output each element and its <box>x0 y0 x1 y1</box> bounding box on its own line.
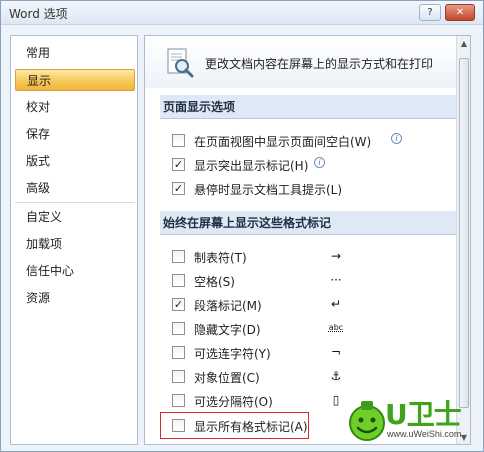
checkbox-hidden-text[interactable] <box>172 322 185 335</box>
sidebar-item-addins[interactable]: 加载项 <box>15 233 135 255</box>
close-button[interactable]: ✕ <box>445 4 475 21</box>
option-label: 对象位置(C) <box>194 371 260 385</box>
option-label: 段落标记(M) <box>194 299 262 313</box>
watermark-text: U卫士 <box>385 398 462 431</box>
option-label: 隐藏文字(D) <box>194 323 261 337</box>
sidebar-item-display[interactable]: 显示 <box>15 69 135 91</box>
vertical-scrollbar[interactable]: ▲ ▼ <box>456 36 470 444</box>
title-bar: Word 选项 ? ✕ <box>1 1 483 25</box>
scrollbar-thumb[interactable] <box>459 58 469 408</box>
sidebar-item-resources[interactable]: 资源 <box>15 287 135 309</box>
smiley-logo-icon <box>349 401 385 441</box>
option-label: 可选分隔符(O) <box>194 395 273 409</box>
space-mark-icon: ··· <box>330 273 342 287</box>
anchor-icon: ⚓ <box>330 369 342 383</box>
format-marks-section-title: 始终在屏幕上显示这些格式标记 <box>160 211 456 235</box>
option-label: 显示突出显示标记(H) <box>194 159 309 173</box>
tab-mark-icon: → <box>330 249 342 263</box>
sidebar-item-advanced[interactable]: 高级 <box>15 177 135 199</box>
watermark-logo: U卫士 www.uWeiShi.com <box>347 389 481 451</box>
display-options-panel: 更改文档内容在屏幕上的显示方式和在打印 页面显示选项 在页面视图中显示页面间空白… <box>144 35 471 445</box>
option-label: 空格(S) <box>194 275 235 289</box>
checkbox-spaces[interactable] <box>172 274 185 287</box>
window-title: Word 选项 <box>9 7 68 21</box>
sidebar-item-common[interactable]: 常用 <box>15 42 135 64</box>
checkbox-optional-hyphens[interactable] <box>172 346 185 359</box>
sidebar-item-trust-center[interactable]: 信任中心 <box>15 260 135 282</box>
sidebar-item-customize[interactable]: 自定义 <box>15 206 135 228</box>
magnifier-document-icon <box>167 48 194 78</box>
panel-description: 更改文档内容在屏幕上的显示方式和在打印 <box>205 57 434 71</box>
help-button[interactable]: ? <box>419 4 441 21</box>
info-icon: i <box>391 133 402 144</box>
panel-header: 更改文档内容在屏幕上的显示方式和在打印 <box>145 36 456 88</box>
sidebar-item-proofing[interactable]: 校对 <box>15 96 135 118</box>
option-label: 悬停时显示文档工具提示(L) <box>194 183 343 197</box>
sidebar: 常用 显示 校对 保存 版式 高级 自定义 加载项 信任中心 资源 <box>10 35 138 445</box>
sidebar-item-layout[interactable]: 版式 <box>15 150 135 172</box>
watermark-url: www.uWeiShi.com <box>387 429 462 439</box>
checkbox-show-highlighter[interactable]: ✓ <box>172 158 185 171</box>
checkbox-show-tooltips[interactable]: ✓ <box>172 182 185 195</box>
checkbox-show-whitespace[interactable] <box>172 134 185 147</box>
highlight-box <box>160 412 309 439</box>
checkbox-object-anchors[interactable] <box>172 370 185 383</box>
optional-hyphen-icon: ¬ <box>330 345 342 359</box>
option-label: 在页面视图中显示页面间空白(W) <box>194 135 372 149</box>
checkbox-paragraph-marks[interactable]: ✓ <box>172 298 185 311</box>
option-label: 制表符(T) <box>194 251 247 265</box>
optional-break-icon: ▯ <box>332 393 340 407</box>
scroll-up-icon[interactable]: ▲ <box>458 38 470 50</box>
sidebar-item-save[interactable]: 保存 <box>15 123 135 145</box>
paragraph-mark-icon: ↵ <box>330 297 342 311</box>
checkbox-tab-characters[interactable] <box>172 250 185 263</box>
sidebar-divider <box>15 202 135 203</box>
hidden-text-icon: abc <box>328 323 344 332</box>
checkbox-optional-breaks[interactable] <box>172 394 185 407</box>
option-label: 可选连字符(Y) <box>194 347 271 361</box>
info-icon: i <box>314 157 325 168</box>
word-options-dialog: Word 选项 ? ✕ 常用 显示 校对 保存 版式 高级 自定义 加载项 信任… <box>0 0 484 452</box>
page-display-section-title: 页面显示选项 <box>160 95 456 119</box>
